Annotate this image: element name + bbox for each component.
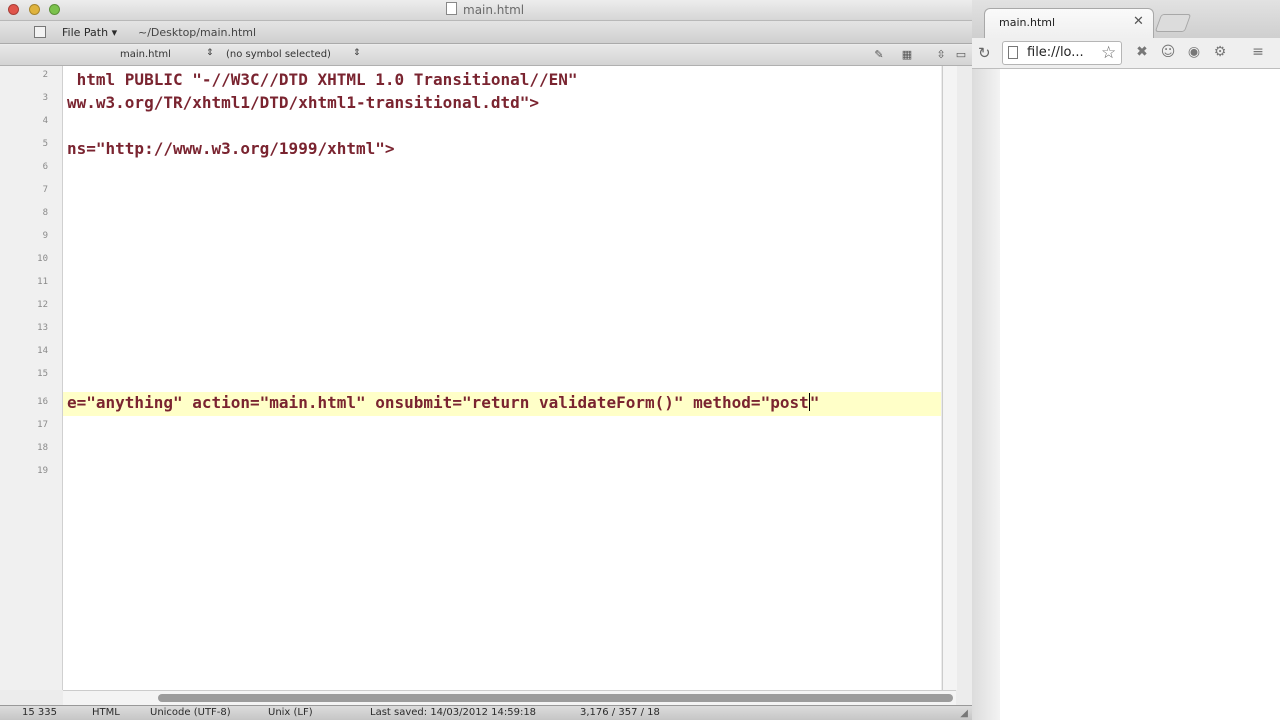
wrench-icon[interactable]: ⚙ [1210, 43, 1230, 61]
cursor-position: 15 335 [22, 707, 57, 718]
line-number: 19 [37, 466, 48, 476]
page-icon [1008, 46, 1018, 59]
document-icon [446, 2, 457, 15]
code-after-caret: " [809, 393, 820, 412]
file-popup-button[interactable]: main.html [120, 49, 171, 60]
code-line: ww.w3.org/TR/xhtml1/DTD/xhtml1-transitio… [67, 93, 540, 112]
browser-tab-strip: main.html ✕ [972, 0, 1280, 39]
line-number: 3 [42, 93, 48, 103]
encoding-menu[interactable]: Unicode (UTF-8) [150, 707, 231, 718]
line-number: 10 [37, 254, 48, 264]
window-title: main.html [446, 2, 524, 17]
line-number: 17 [37, 420, 48, 430]
tab-close-icon[interactable]: ✕ [1133, 14, 1144, 29]
horizontal-scrollbar[interactable] [63, 690, 956, 705]
address-url: file://lo... [1027, 45, 1084, 60]
browser-window: main.html ✕ ↻ file://lo... ☆ ✖ ☺ ◉ ⚙ ≡ [972, 0, 1280, 720]
line-number: 5 [42, 139, 48, 149]
path-bar: File Path ▾ ~/Desktop/main.html [0, 21, 972, 44]
close-window-button[interactable] [8, 4, 19, 15]
editor-window: main.html File Path ▾ ~/Desktop/main.htm… [0, 0, 972, 720]
line-number: 4 [42, 116, 48, 126]
status-bar: 15 335 HTML Unicode (UTF-8) Unix (LF) La… [0, 705, 972, 720]
vertical-scrollbar[interactable] [942, 66, 957, 690]
line-number: 18 [37, 443, 48, 453]
line-endings-menu[interactable]: Unix (LF) [268, 707, 313, 718]
line-number: 16 [37, 397, 48, 407]
page-content [1000, 69, 1280, 720]
line-number: 7 [42, 185, 48, 195]
extension-icon[interactable]: ◉ [1184, 43, 1204, 61]
extension-icon[interactable]: ☺ [1158, 43, 1178, 61]
window-shadow [972, 0, 1000, 720]
browser-tab[interactable]: main.html ✕ [984, 8, 1154, 39]
document-counts: 3,176 / 357 / 18 [580, 707, 660, 718]
code-line: ns="http://www.w3.org/1999/xhtml"> [67, 139, 395, 158]
chevron-updown-icon: ⇕ [206, 48, 214, 58]
reload-icon[interactable]: ↻ [978, 44, 991, 62]
language-menu[interactable]: HTML [92, 707, 120, 718]
tab-title: main.html [999, 16, 1056, 29]
file-path-value: ~/Desktop/main.html [138, 26, 257, 39]
line-number: 12 [37, 300, 48, 310]
horizontal-scroll-thumb[interactable] [158, 694, 953, 702]
address-bar[interactable]: file://lo... ☆ [1002, 41, 1122, 65]
line-number: 14 [37, 346, 48, 356]
line-number: 9 [42, 231, 48, 241]
line-number: 11 [37, 277, 48, 287]
line-number: 2 [42, 70, 48, 80]
editor-titlebar: main.html [0, 0, 972, 21]
navigation-bar: main.html ⇕ (no symbol selected) ⇕ ✎ ▦ ⇳… [0, 45, 972, 110]
resize-grip-icon[interactable]: ◢ [960, 708, 968, 719]
code-before-caret: e="anything" action="main.html" onsubmit… [67, 393, 809, 412]
line-number-gutter: 2 3 4 5 6 7 8 9 10 11 12 13 14 15 16 17 … [0, 66, 63, 690]
code-line: html PUBLIC "-//W3C//DTD XHTML 1.0 Trans… [67, 70, 578, 89]
last-saved-label: Last saved: 14/03/2012 14:59:18 [370, 707, 537, 718]
minimize-window-button[interactable] [29, 4, 40, 15]
current-code-line: e="anything" action="main.html" onsubmit… [67, 392, 819, 414]
counterpart-icon[interactable]: ▭ [954, 48, 968, 61]
line-number: 6 [42, 162, 48, 172]
split-icon[interactable]: ⇳ [934, 48, 948, 61]
extension-icon[interactable]: ✖ [1132, 43, 1152, 61]
window-title-text: main.html [463, 3, 525, 17]
menu-icon[interactable]: ≡ [1248, 43, 1268, 61]
symbol-popup-button[interactable]: (no symbol selected) [226, 49, 331, 60]
code-editor[interactable]: html PUBLIC "-//W3C//DTD XHTML 1.0 Trans… [63, 66, 941, 690]
chevron-updown-icon: ⇕ [353, 48, 361, 58]
line-number: 8 [42, 208, 48, 218]
bookmark-star-icon[interactable]: ☆ [1101, 43, 1116, 63]
browser-toolbar: ↻ file://lo... ☆ ✖ ☺ ◉ ⚙ ≡ [972, 38, 1280, 69]
new-tab-button[interactable] [1154, 14, 1192, 32]
line-number: 15 [37, 369, 48, 379]
path-bar-checkbox-icon[interactable] [34, 26, 46, 38]
pencil-icon[interactable]: ✎ [872, 48, 886, 61]
zoom-window-button[interactable] [49, 4, 60, 15]
markers-icon[interactable]: ▦ [900, 48, 914, 61]
file-path-menu[interactable]: File Path ▾ [62, 26, 117, 39]
line-number: 13 [37, 323, 48, 333]
